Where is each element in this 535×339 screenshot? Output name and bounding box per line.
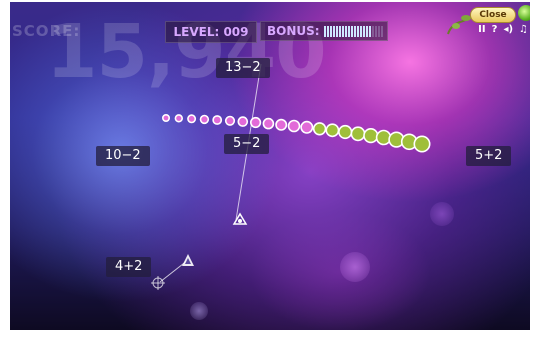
expression-block[interactable]: 13−2 (216, 58, 270, 78)
orb-chain (162, 114, 431, 153)
chain-orb (174, 114, 184, 123)
chain-orb (350, 126, 366, 142)
chain-orb (237, 116, 249, 127)
chain-orb (300, 120, 314, 134)
expression-block[interactable]: 10−2 (96, 146, 150, 166)
chain-orb (212, 115, 223, 125)
chain-orb (187, 114, 197, 124)
chain-orb (250, 116, 262, 129)
player-launcher[interactable] (182, 254, 194, 266)
chain-orb (287, 119, 301, 133)
chain-orb (275, 118, 288, 131)
chain-orb (338, 124, 353, 140)
emitter-core (238, 219, 242, 223)
chain-orb (312, 122, 327, 136)
game-canvas[interactable]: SCORE: 15,940 LEVEL: 009 BONUS: Close II… (10, 2, 530, 330)
expression-block[interactable]: 5+2 (466, 146, 512, 166)
laser-layer (151, 63, 431, 290)
chain-orb (413, 135, 431, 153)
chain-orb (224, 115, 236, 126)
chain-orb (199, 114, 210, 125)
chain-orb (375, 129, 392, 146)
expression-block[interactable]: 4+2 (106, 257, 152, 277)
chain-orb (325, 123, 340, 138)
chain-orb (262, 117, 275, 130)
chain-orb (363, 128, 379, 144)
crosshair-target[interactable] (151, 276, 165, 290)
expression-block[interactable]: 5−2 (224, 134, 270, 154)
chain-orb (162, 114, 171, 123)
